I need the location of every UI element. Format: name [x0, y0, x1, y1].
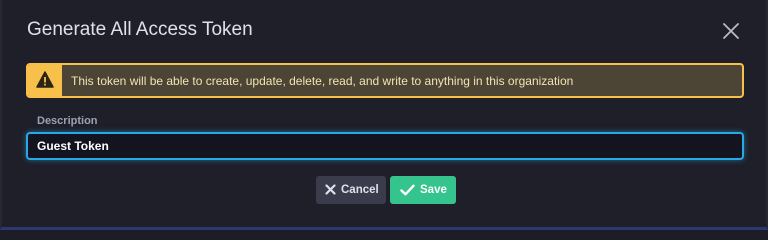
cancel-label: Cancel [341, 184, 379, 196]
dialog-title: Generate All Access Token [27, 19, 253, 40]
save-label: Save [420, 184, 447, 196]
cancel-button[interactable]: Cancel [316, 176, 386, 204]
save-button[interactable]: Save [390, 176, 456, 204]
warning-alert: This token will be able to create, updat… [26, 63, 744, 98]
x-icon [325, 184, 336, 195]
generate-token-dialog: Generate All Access Token This token wil… [0, 0, 768, 230]
close-icon[interactable] [720, 20, 742, 42]
description-input[interactable] [26, 132, 744, 160]
alert-message: This token will be able to create, updat… [71, 74, 574, 88]
description-label: Description [37, 115, 98, 127]
warning-icon [28, 65, 62, 96]
checkmark-icon [400, 184, 415, 196]
